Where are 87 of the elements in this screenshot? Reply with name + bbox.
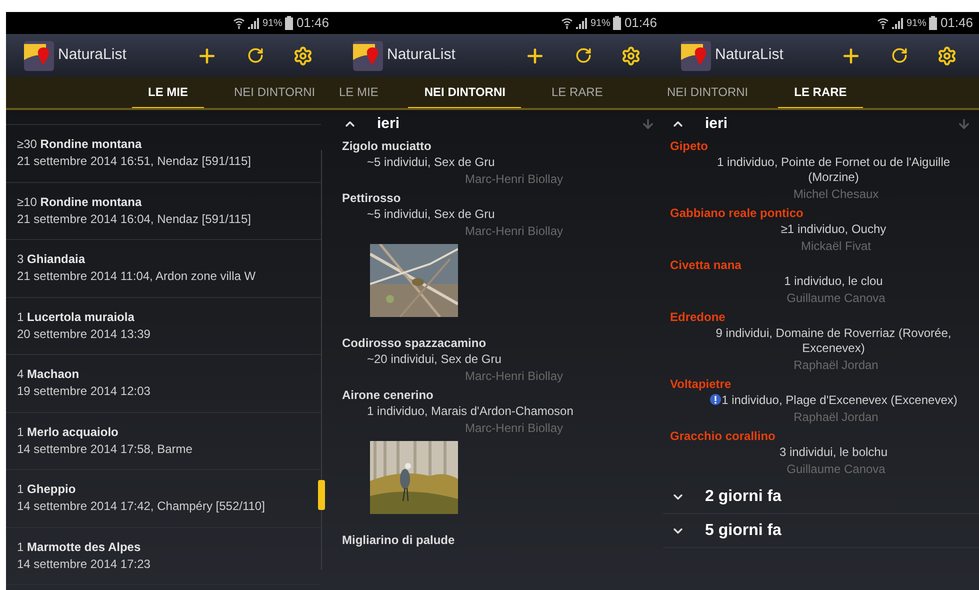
observation-title: 1 Gheppio <box>17 481 77 498</box>
refresh-icon <box>890 47 908 64</box>
observer-name: Raphaël Jordan <box>792 409 880 426</box>
battery-percent: 91% <box>262 16 282 30</box>
wifi-icon <box>561 17 574 29</box>
observation-detail: 19 settembre 2014 12:03 <box>17 383 152 400</box>
observation-title: 4 Machaon <box>17 366 80 384</box>
tab[interactable]: LE RARE <box>547 77 607 108</box>
tab[interactable]: NEI DINTORNI <box>230 77 320 108</box>
observation-detail: 21 settembre 2014 11:04, Ardon zone villa W <box>17 268 257 286</box>
species-name: Zigolo muciatto <box>342 138 432 155</box>
species-name: Pettirosso <box>342 190 402 207</box>
species-name: Migliarino di palude <box>342 532 456 549</box>
observer-name: Marc-Henri Biollay <box>464 223 564 240</box>
clock: 01:46 <box>940 14 973 32</box>
app-title: NaturaList <box>387 45 456 66</box>
signal-icon <box>248 18 260 28</box>
download-icon <box>641 117 655 131</box>
settings-icon <box>937 46 957 66</box>
group-header[interactable]: 5 giorni fa <box>663 514 979 548</box>
battery-percent: 91% <box>906 16 926 30</box>
wifi-icon <box>877 17 890 29</box>
species-name: Civetta nana <box>670 257 742 274</box>
observation-title: 1 Lucertola muraiola <box>17 308 136 326</box>
observation-detail: 1 individuo, le clou <box>783 274 884 289</box>
species-name: Voltapietre <box>670 376 732 393</box>
observation-detail: 21 settembre 2014 16:51, Nendaz [591/115] <box>17 153 252 170</box>
observation-detail: 9 individui, Domaine de Roverriaz (Rovorée, Excenevex) <box>714 326 952 356</box>
species-name: Gracchio corallino <box>670 428 776 445</box>
observer-name: Marc-Henri Biollay <box>464 368 564 385</box>
observation-detail: ~20 individui, Sex de Gru <box>366 352 502 367</box>
observer-name: Guillaume Canova <box>786 290 886 307</box>
observer-name: Guillaume Canova <box>786 461 886 478</box>
tab[interactable]: LE MIE <box>335 77 382 108</box>
observation-detail: 1 individuo, Pointe de Fornet ou de l'Aiguille (Morzine) <box>716 155 952 185</box>
signal-icon <box>892 18 904 28</box>
tab[interactable]: NEI DINTORNI <box>663 77 752 108</box>
observation-detail: 14 settembre 2014 17:42, Champéry [552/110] <box>17 498 266 516</box>
observation-row[interactable]: ≥30 Rondine montana 21 settembre 2014 16:51, Nendaz [591/115] <box>6 125 321 182</box>
group-header[interactable]: ieri <box>335 110 663 138</box>
observer-name: Mickaël Fivat <box>800 238 872 255</box>
group-header[interactable]: 2 giorni fa <box>663 480 979 514</box>
app-logo-icon <box>681 40 711 70</box>
species-name: Edredone <box>670 309 726 326</box>
refresh-icon <box>574 47 592 64</box>
signal-icon <box>576 18 588 28</box>
observation-detail: 20 settembre 2014 13:39 <box>17 326 152 343</box>
observation-title: 1 Merlo acquaiolo <box>17 424 120 441</box>
observer-name: Raphaël Jordan <box>792 357 880 374</box>
observation-detail: 14 settembre 2014 17:58, Barme <box>17 440 194 458</box>
observer-name: Michel Chesaux <box>792 186 880 203</box>
app-title: NaturaList <box>58 45 126 66</box>
observation-detail: 3 individui, le bolchu <box>778 445 889 460</box>
app-logo-icon <box>24 40 54 70</box>
observation-title: ≥10 Rondine montana <box>17 194 143 211</box>
observation-detail: 1 individuo, Marais d'Ardon-Chamoson <box>366 404 574 419</box>
observation-title: ≥30 Rondine montana <box>17 136 143 154</box>
scrollbar[interactable] <box>317 150 327 570</box>
settings-icon <box>621 46 641 66</box>
battery-icon <box>285 16 294 30</box>
clock: 01:46 <box>296 14 329 32</box>
observation-detail: 1 individuo, Plage d'Excenevex (Excenevex) <box>670 393 972 408</box>
species-name: Gipeto <box>670 138 709 155</box>
species-name: Gabbiano reale pontico <box>670 205 804 222</box>
app-title: NaturaList <box>715 45 784 66</box>
download-icon <box>957 117 971 131</box>
observation-detail: ~5 individui, Sex de Gru <box>366 207 496 222</box>
group-header[interactable]: ieri <box>663 110 979 138</box>
refresh-icon <box>246 47 264 64</box>
observation-title: 1 Marmotte des Alpes <box>17 538 142 556</box>
observation-detail: 21 settembre 2014 16:04, Nendaz [591/115] <box>17 210 252 228</box>
observation-detail: 14 settembre 2014 17:23 <box>17 556 152 573</box>
settings-icon <box>293 46 313 66</box>
battery-icon <box>613 16 622 30</box>
info-icon <box>710 394 721 405</box>
battery-icon <box>929 16 938 30</box>
observation-detail: ~5 individui, Sex de Gru <box>366 155 496 170</box>
app-logo-icon <box>353 40 383 70</box>
clock: 01:46 <box>624 14 657 32</box>
wifi-icon <box>233 17 246 29</box>
observation-detail: ≥1 individuo, Ouchy <box>780 222 888 237</box>
observation-title: 3 Ghiandaia <box>17 251 86 268</box>
observer-name: Marc-Henri Biollay <box>464 420 564 437</box>
battery-percent: 91% <box>590 16 610 30</box>
species-name: Codirosso spazzacamino <box>342 335 488 352</box>
observer-name: Marc-Henri Biollay <box>464 171 564 188</box>
species-name: Airone cenerino <box>342 387 434 404</box>
